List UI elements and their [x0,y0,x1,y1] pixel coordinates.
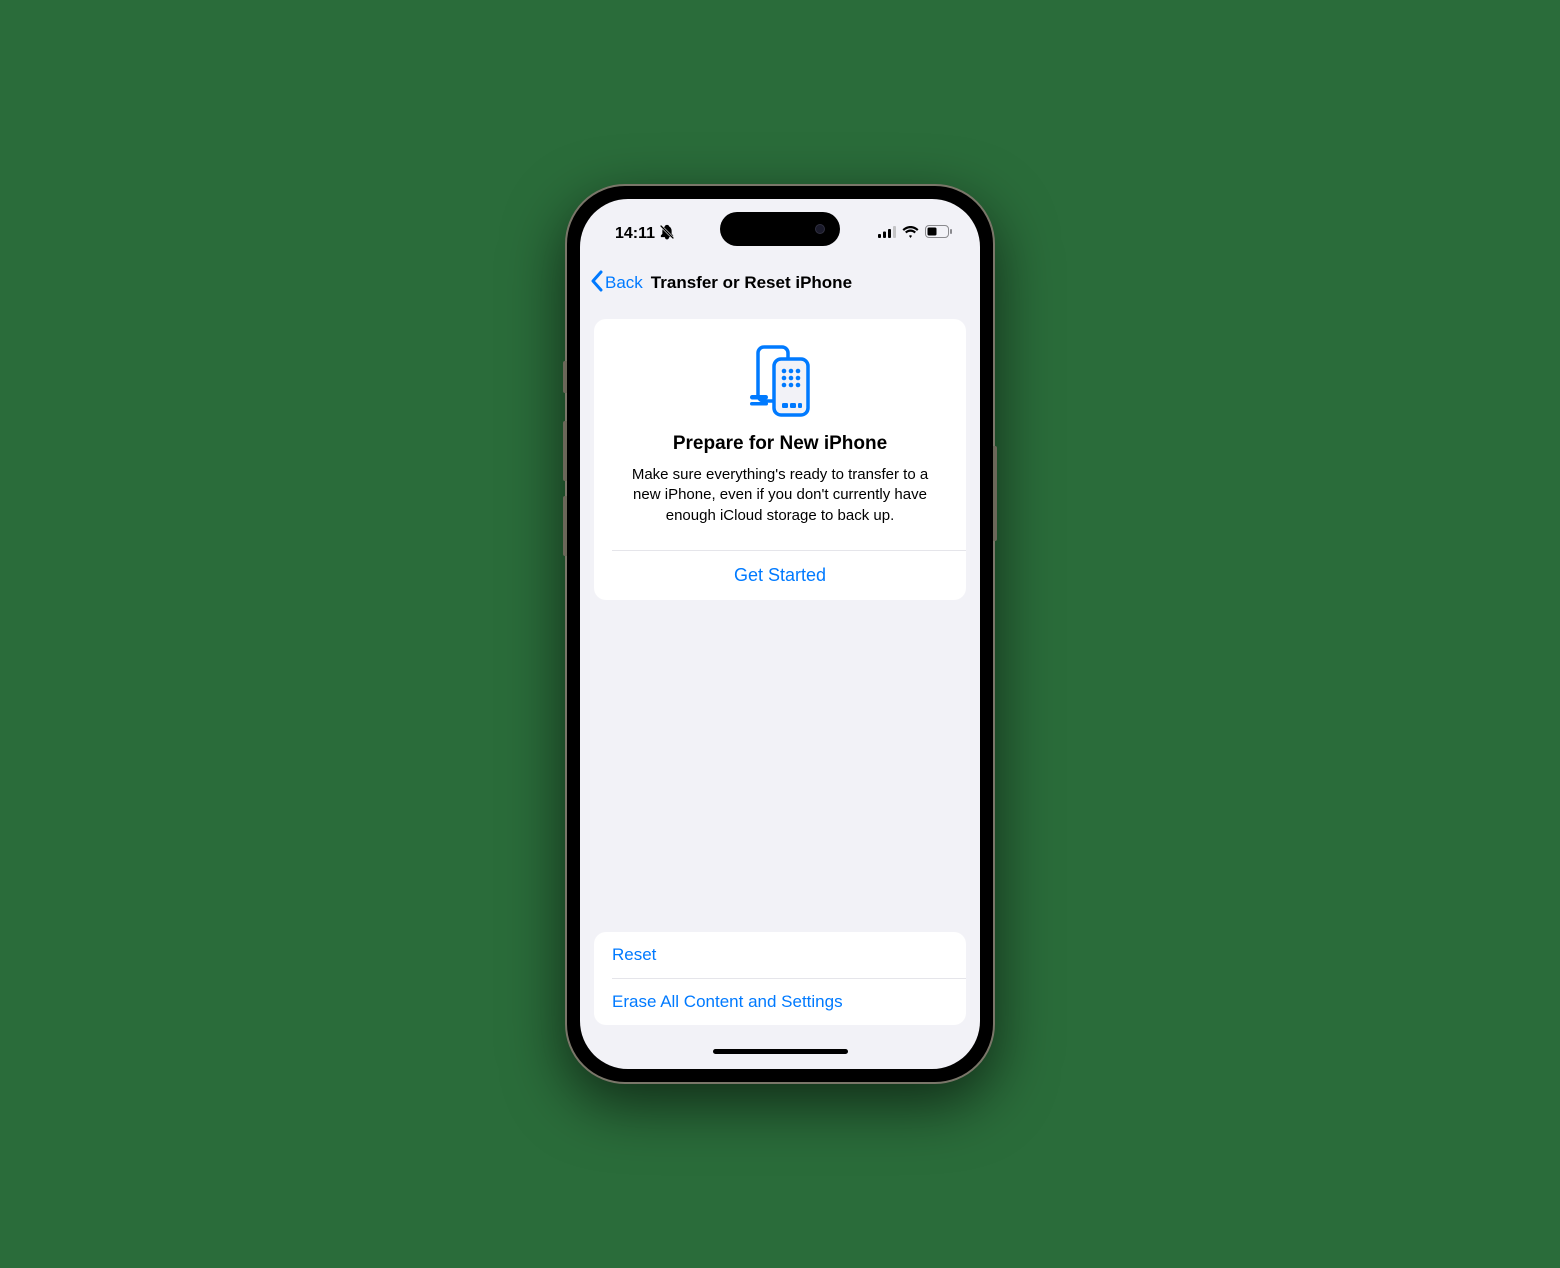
front-camera [815,224,825,234]
volume-up-button [563,421,567,481]
home-indicator[interactable] [713,1049,848,1054]
prepare-title: Prepare for New iPhone [614,433,946,455]
chevron-left-icon [590,270,603,297]
power-button [993,446,997,541]
page-title: Transfer or Reset iPhone [651,273,852,293]
action-button [563,361,567,393]
cellular-signal-icon [878,225,896,243]
transfer-devices-icon [614,341,946,417]
reset-button[interactable]: Reset [594,932,966,978]
wifi-icon [902,225,919,243]
status-right [878,225,952,243]
prepare-top: Prepare for New iPhone Make sure everyth… [594,319,966,550]
status-time: 14:11 [615,225,655,243]
back-button[interactable]: Back [590,270,643,297]
bell-slash-icon [659,224,675,245]
actions-list: Reset Erase All Content and Settings [594,932,966,1025]
volume-down-button [563,496,567,556]
prepare-card: Prepare for New iPhone Make sure everyth… [594,319,966,600]
content-area: Prepare for New iPhone Make sure everyth… [580,305,980,1039]
screen: 14:11 [580,199,980,1069]
spacer [594,600,966,932]
get-started-button[interactable]: Get Started [594,551,966,600]
erase-all-button[interactable]: Erase All Content and Settings [594,979,966,1025]
dynamic-island [720,212,840,246]
back-label: Back [605,273,643,293]
nav-bar: Back Transfer or Reset iPhone [580,261,980,305]
battery-icon [925,225,952,243]
prepare-description: Make sure everything's ready to transfer… [614,465,946,526]
status-left: 14:11 [615,224,675,245]
phone-frame: 14:11 [565,184,995,1084]
home-indicator-area [580,1039,980,1069]
